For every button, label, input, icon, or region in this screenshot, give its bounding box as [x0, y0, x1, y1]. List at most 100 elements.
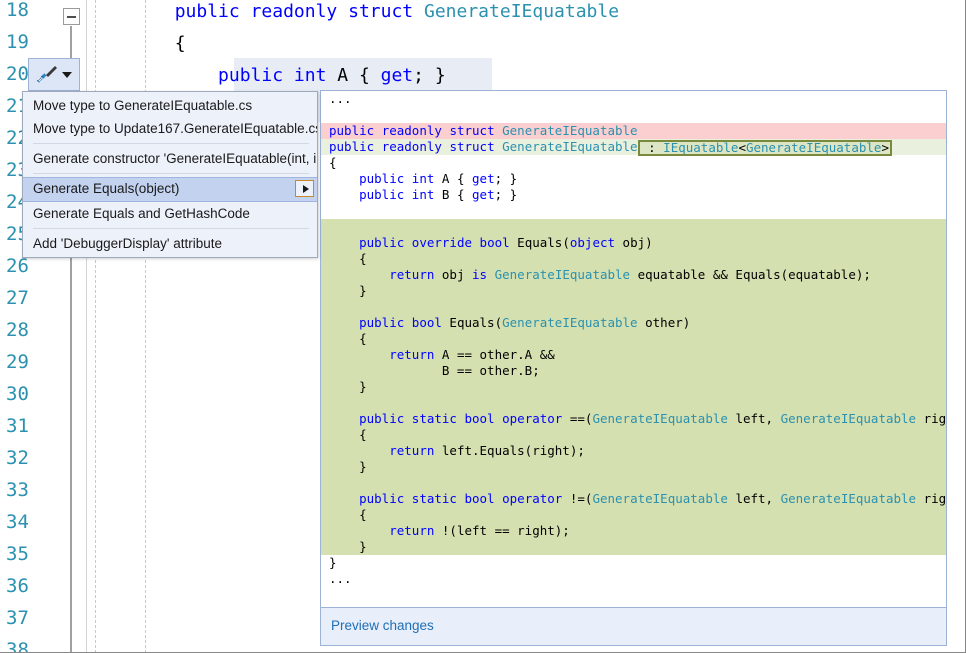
code-token: A { [326, 65, 381, 86]
code-token: return [389, 347, 435, 362]
code-token: public [329, 123, 375, 138]
menu-item[interactable]: Generate constructor 'GenerateIEquatable… [23, 147, 317, 170]
menu-item-label: Generate constructor 'GenerateIEquatable… [33, 151, 317, 166]
code-token: int [411, 187, 435, 202]
code-token: other) [637, 315, 691, 330]
inserted-code-highlight: : IEquatable<GenerateIEquatable> [637, 140, 892, 156]
preview-changes-link[interactable]: Preview changes [331, 618, 434, 633]
quick-actions-menu[interactable]: Move type to GenerateIEquatable.cs Move t… [22, 91, 318, 258]
preview-code-line: } [321, 459, 946, 475]
code-token: public [359, 171, 405, 186]
menu-item-label: Add 'DebuggerDisplay' attribute [33, 236, 223, 251]
code-token: static [411, 491, 457, 506]
menu-item[interactable]: Move type to Update167.GenerateIEquatabl… [23, 117, 317, 140]
preview-code-line: } [321, 283, 946, 299]
code-token: GenerateIEquatable [502, 123, 638, 138]
code-token: ==( [562, 411, 593, 426]
code-token: ; } [494, 171, 518, 186]
code-token: public [359, 187, 405, 202]
menu-item-label: Generate Equals(object) [33, 181, 180, 196]
preview-code-line: public int B { get; } [321, 187, 946, 203]
preview-code-line: public int A { get; } [321, 171, 946, 187]
code-token: int [293, 65, 327, 86]
code-token: readonly [381, 139, 442, 154]
code-token: is [472, 267, 488, 282]
preview-code-line: { [321, 507, 946, 523]
preview-code-line: public override bool Equals(object obj) [321, 235, 946, 251]
code-token: < [738, 140, 746, 155]
preview-code-line: public readonly struct GenerateIEquatabl… [321, 123, 946, 139]
preview-code-line: } [321, 539, 946, 555]
code-token: Equals( [441, 315, 503, 330]
preview-code-line: public readonly struct GenerateIEquatabl… [321, 139, 946, 156]
preview-code-line [321, 107, 946, 123]
code-token: left, [727, 411, 781, 426]
code-token: B == other.B; [329, 363, 540, 378]
quick-actions-button[interactable] [28, 58, 80, 91]
code-token: IEquatable [663, 140, 739, 155]
submenu-arrow-icon[interactable] [295, 180, 314, 197]
preview-code-line: public bool Equals(GenerateIEquatable ot… [321, 315, 946, 331]
code-token: obj) [615, 235, 653, 250]
preview-code-line: } [321, 555, 946, 571]
code-token: !=( [562, 491, 593, 506]
code-token: } [329, 283, 367, 298]
code-token: A == other.A && [434, 347, 555, 362]
code-token: right) [923, 411, 946, 426]
code-token: GenerateIEquatable [494, 267, 631, 282]
menu-item[interactable]: Add 'DebuggerDisplay' attribute [23, 232, 317, 255]
menu-item[interactable]: Move type to GenerateIEquatable.cs [23, 94, 317, 117]
preview-code-line: { [321, 427, 946, 443]
code-token: { [329, 251, 367, 266]
preview-code-line: { [321, 331, 946, 347]
preview-code-line: ... [321, 91, 946, 107]
code-token: public [359, 315, 405, 330]
preview-code-line: B == other.B; [321, 363, 946, 379]
menu-item-label: Move type to Update167.GenerateIEquatabl… [33, 121, 317, 136]
quick-actions-preview-panel: ... public readonly struct GenerateIEqua… [320, 90, 947, 646]
code-token: B { [434, 187, 473, 202]
code-token: struct [449, 123, 495, 138]
code-token: { [329, 155, 337, 170]
preview-code-line [321, 475, 946, 491]
code-token: ; } [413, 65, 446, 86]
code-line: public readonly struct GenerateIEquatabl… [88, 0, 619, 28]
preview-code-line [321, 219, 946, 235]
menu-item[interactable]: Generate Equals(object) [23, 177, 317, 202]
code-token: > [881, 140, 889, 155]
code-token: struct [348, 1, 414, 22]
chevron-down-icon [62, 72, 72, 78]
code-token: : [640, 140, 664, 155]
code-token: GenerateIEquatable [592, 411, 728, 426]
code-token: public [359, 235, 405, 250]
preview-code-line: return !(left == right); [321, 523, 946, 539]
preview-code-line: public static bool operator ==(GenerateI… [321, 411, 946, 427]
code-token: } [329, 459, 367, 474]
code-token: GenerateIEquatable [424, 1, 620, 22]
preview-code-line [321, 203, 946, 219]
code-token: GenerateIEquatable [502, 139, 638, 154]
preview-code-line: return A == other.A && [321, 347, 946, 363]
code-token: public [359, 491, 405, 506]
preview-code-line: } [321, 379, 946, 395]
menu-separator [33, 173, 309, 174]
menu-item[interactable]: Generate Equals and GetHashCode [23, 202, 317, 225]
code-token: A { [434, 171, 473, 186]
code-token: public [359, 411, 405, 426]
code-token: return [389, 267, 435, 282]
preview-code-line: { [321, 251, 946, 267]
code-token: ... [329, 571, 352, 586]
